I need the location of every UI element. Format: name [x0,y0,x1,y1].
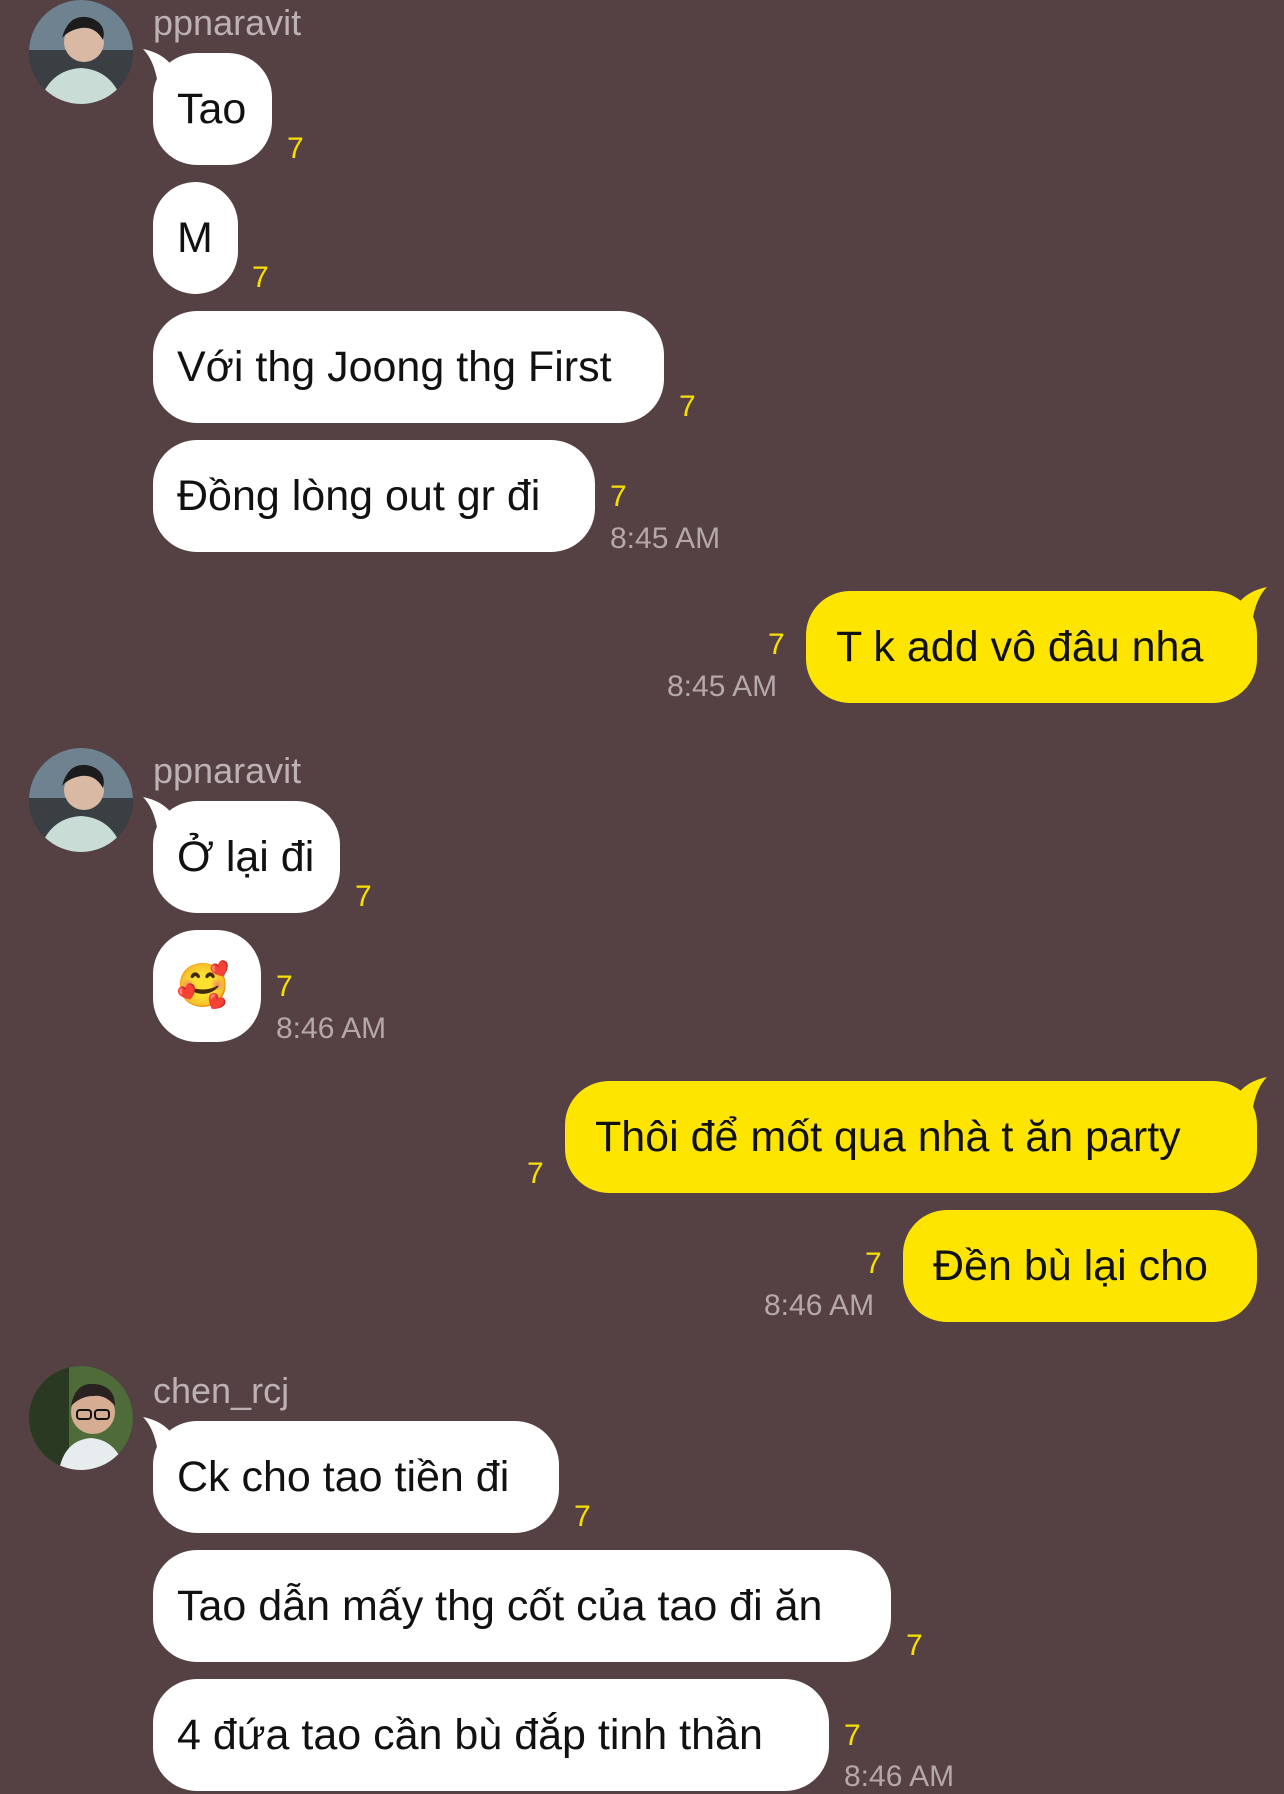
message-text: Ở lại đi [177,833,315,881]
message-text: Tao [177,85,247,133]
timestamp: 8:46 AM [764,1289,875,1322]
message-bubble[interactable]: Tao dẫn mấy thg cốt của tao đi ăn [153,1550,891,1662]
bubble-tail [143,49,177,83]
timestamp: 8:46 AM [276,1012,387,1045]
message-bubble[interactable]: Với thg Joong thg First [153,311,664,423]
message-bubble[interactable]: 4 đứa tao cần bù đắp tinh thần [153,1679,829,1791]
sender-name: ppnaravit [153,2,302,43]
bubble-tail [1233,1077,1267,1111]
message-bubble[interactable]: Tao [143,49,272,165]
message-text: Tao dẫn mấy thg cốt của tao đi ăn [177,1582,823,1630]
message-text: M [177,214,213,262]
avatar[interactable] [29,748,133,852]
message-bubble[interactable]: Đồng lòng out gr đi [153,440,595,552]
emoji-smiling-hearts-icon: 🥰 [176,962,230,1010]
message-text: Ck cho tao tiền đi [177,1453,510,1501]
unread-count: 7 [768,628,785,661]
unread-count: 7 [906,1629,923,1662]
message-bubble[interactable]: Đền bù lại cho [903,1210,1257,1322]
sender-name: chen_rcj [153,1370,290,1411]
message-bubble[interactable]: T k add vô đâu nha [806,587,1267,703]
message-text: Thôi để mốt qua nhà t ăn party [595,1113,1181,1161]
unread-count: 7 [252,261,269,294]
message-text: Với thg Joong thg First [177,343,612,391]
timestamp: 8:45 AM [667,670,778,703]
message-text: 4 đứa tao cần bù đắp tinh thần [177,1711,763,1759]
sender-name: ppnaravit [153,750,302,791]
bubble-tail [143,1417,177,1451]
message-bubble[interactable]: Ở lại đi [143,797,340,913]
unread-count: 7 [574,1500,591,1533]
message-bubble[interactable]: M [153,182,238,294]
message-bubble[interactable]: 🥰 [153,930,261,1042]
unread-count: 7 [287,132,304,165]
message-bubble[interactable]: Ck cho tao tiền đi [143,1417,559,1533]
message-text: T k add vô đâu nha [836,623,1204,671]
bubble-tail [1233,587,1267,621]
message-text: Đền bù lại cho [933,1242,1208,1290]
unread-count: 7 [276,970,293,1003]
unread-count: 7 [355,880,372,913]
unread-count: 7 [610,480,627,513]
message-bubble[interactable]: Thôi để mốt qua nhà t ăn party [565,1077,1267,1193]
timestamp: 8:46 AM [844,1760,955,1793]
avatar[interactable] [29,1366,133,1470]
timestamp: 8:45 AM [610,522,721,555]
unread-count: 7 [527,1157,544,1190]
unread-count: 7 [865,1247,882,1280]
avatar[interactable] [29,0,133,104]
message-text: Đồng lòng out gr đi [177,472,541,520]
unread-count: 7 [844,1719,861,1752]
bubble-tail [143,797,177,831]
unread-count: 7 [679,390,696,423]
